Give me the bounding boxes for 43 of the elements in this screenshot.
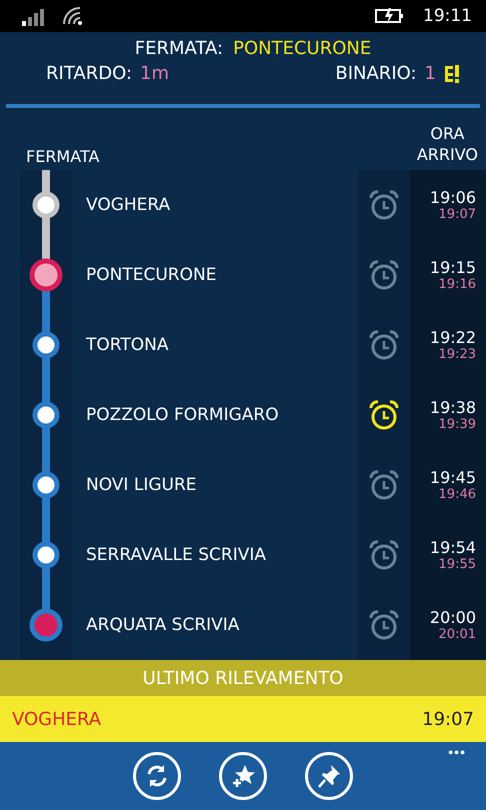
scheduled-time: 19:38 — [430, 398, 476, 417]
pin-icon — [316, 763, 342, 789]
stop-name: NOVI LIGURE — [86, 475, 196, 495]
alarm-clock-icon[interactable] — [368, 400, 400, 430]
platform-icon — [444, 64, 460, 84]
stop-name: PONTECURONE — [233, 38, 372, 59]
add-favorite-button[interactable] — [219, 752, 267, 800]
delay-value: 1m — [140, 63, 170, 84]
actual-time: 19:16 — [438, 277, 476, 292]
stop-name: TORTONA — [86, 335, 168, 355]
platform-value: 1 — [424, 63, 436, 84]
arrival-column-heading: ORA ARRIVO — [416, 124, 478, 166]
stop-name: PONTECURONE — [86, 265, 216, 285]
last-report-title: ULTIMO RILEVAMENTO — [142, 668, 344, 688]
more-button[interactable]: ••• — [448, 744, 466, 760]
actual-time: 19:39 — [438, 417, 476, 432]
stop-column-heading: FERMATA — [26, 147, 100, 166]
stop-label: FERMATA: — [134, 38, 224, 59]
actual-time: 19:23 — [438, 347, 476, 362]
last-report-time: 19:07 — [422, 708, 474, 730]
scheduled-time: 19:45 — [430, 468, 476, 487]
actual-time: 19:46 — [438, 487, 476, 502]
actual-time: 19:07 — [438, 207, 476, 222]
battery-charging-icon — [375, 7, 405, 25]
scheduled-time: 19:15 — [430, 258, 476, 277]
stop-name: POZZOLO FORMIGARO — [86, 405, 279, 425]
stop-name: SERRAVALLE SCRIVIA — [86, 545, 266, 565]
scheduled-time: 19:54 — [430, 538, 476, 557]
stop-name: ARQUATA SCRIVIA — [86, 615, 240, 635]
scheduled-time: 19:22 — [430, 328, 476, 347]
clock-time: 19:11 — [423, 6, 472, 26]
pin-button[interactable] — [305, 752, 353, 800]
star-plus-icon — [230, 763, 256, 789]
actual-time: 19:55 — [438, 557, 476, 572]
platform-label: BINARIO: — [335, 63, 417, 84]
last-report-station: VOGHERA — [12, 708, 102, 730]
scheduled-time: 20:00 — [430, 608, 476, 627]
delay-label: RITARDO: — [46, 63, 132, 84]
actual-time: 20:01 — [438, 627, 476, 642]
refresh-button[interactable] — [133, 752, 181, 800]
wifi-icon — [62, 6, 84, 26]
stop-name: VOGHERA — [86, 195, 170, 215]
scheduled-time: 19:06 — [430, 188, 476, 207]
